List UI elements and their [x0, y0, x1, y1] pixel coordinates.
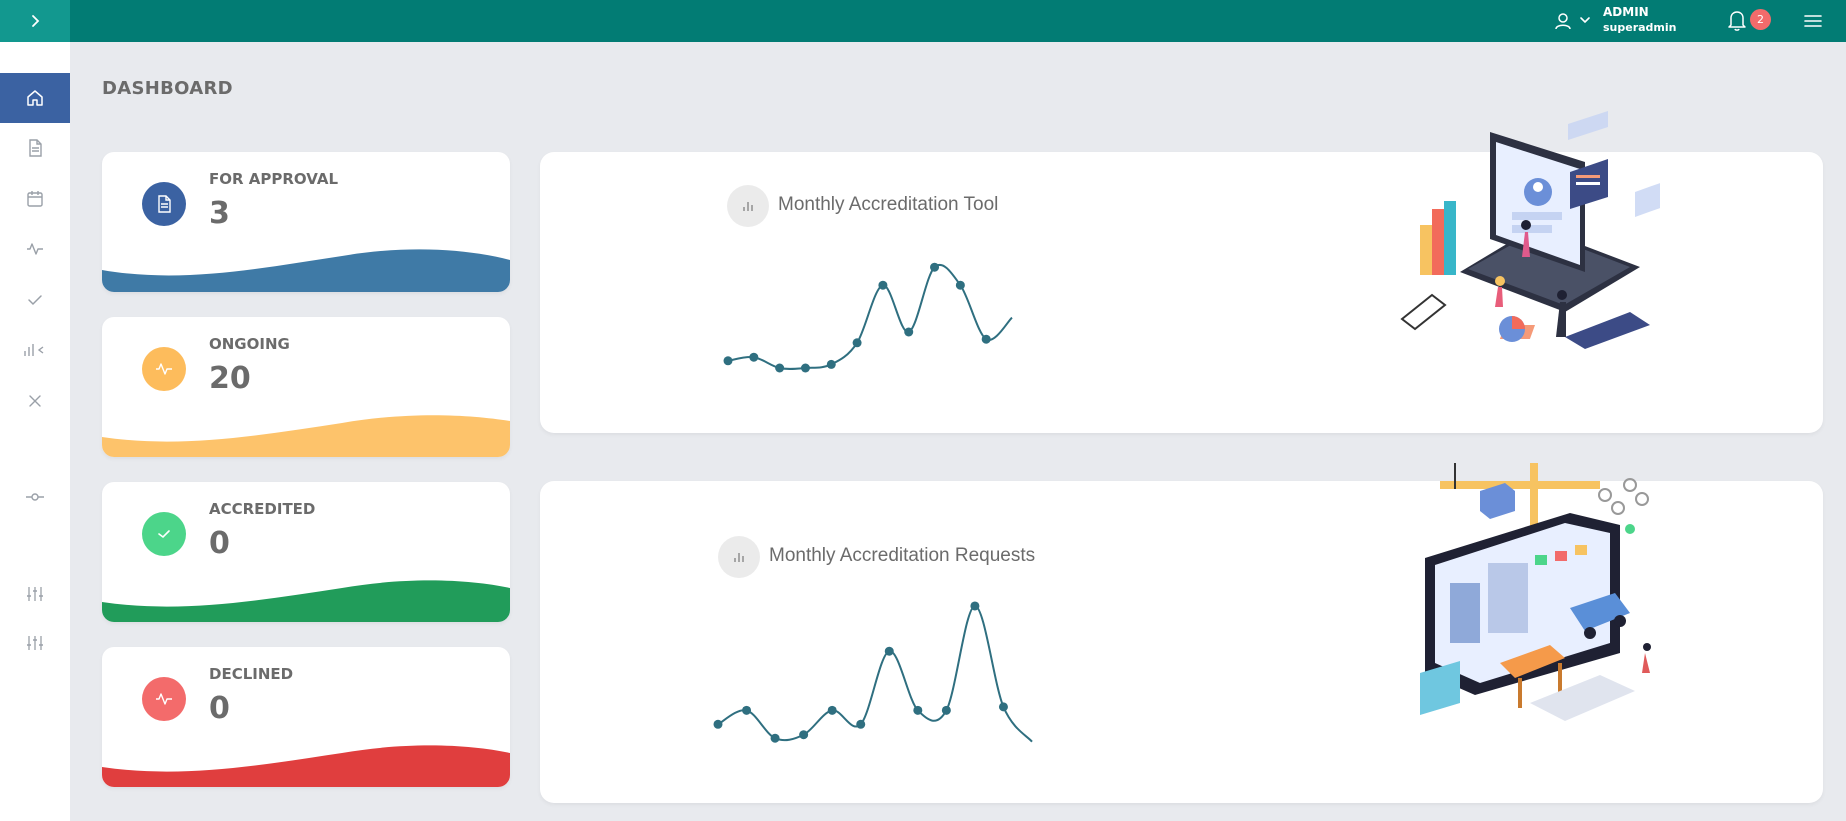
sidebar-toggle-button[interactable] — [0, 0, 70, 42]
data-point[interactable] — [930, 262, 940, 272]
sidebar-item-reports[interactable] — [0, 325, 70, 375]
data-point[interactable] — [941, 705, 951, 715]
data-point[interactable] — [742, 705, 752, 715]
stat-value: 0 — [209, 526, 230, 561]
stat-wave — [102, 745, 510, 787]
data-point[interactable] — [955, 280, 965, 290]
data-point[interactable] — [998, 702, 1008, 712]
data-point[interactable] — [749, 352, 759, 362]
stat-wave — [102, 415, 510, 457]
stat-value: 20 — [209, 361, 251, 396]
data-point[interactable] — [904, 327, 914, 337]
data-point[interactable] — [852, 338, 862, 348]
stat-wave — [102, 580, 510, 622]
sidebar-item-settings-2[interactable] — [0, 618, 70, 668]
construction-illustration — [1420, 463, 1651, 721]
sidebar-item-declined[interactable] — [0, 376, 70, 426]
activity-icon — [27, 243, 43, 255]
stat-value: 3 — [209, 196, 230, 231]
stat-card-for-approval[interactable]: FOR APPROVAL 3 — [102, 152, 510, 292]
sidebar-item-calendar[interactable] — [0, 174, 70, 224]
activity-icon — [156, 363, 172, 375]
notification-badge[interactable]: 2 — [1750, 9, 1771, 30]
user-icon[interactable] — [1552, 10, 1574, 32]
data-point[interactable] — [913, 705, 923, 715]
sidebar-item-accredited[interactable] — [0, 275, 70, 325]
sidebar-item-settings-1[interactable] — [0, 569, 70, 619]
line-chart-tool — [723, 262, 1013, 373]
stat-label: ACCREDITED — [209, 500, 316, 518]
sidebar-item-home[interactable] — [0, 73, 70, 123]
stat-value: 0 — [209, 691, 230, 726]
data-point[interactable] — [981, 334, 991, 344]
sidebar-item-commit[interactable] — [0, 472, 70, 522]
hamburger-menu-icon[interactable] — [1802, 10, 1824, 32]
line-chart-requests — [713, 601, 1033, 743]
close-icon — [29, 395, 41, 407]
data-point[interactable] — [713, 719, 723, 729]
commit-icon — [26, 493, 44, 501]
data-point[interactable] — [884, 646, 894, 656]
chart-card-tool: Monthly Accreditation Tool — [540, 111, 1823, 433]
check-icon — [158, 530, 170, 539]
stat-icon-circle — [142, 347, 186, 391]
check-icon — [28, 295, 42, 306]
data-point[interactable] — [826, 359, 836, 369]
stat-wave — [102, 249, 510, 292]
user-info[interactable]: ADMIN superadmin — [1603, 4, 1677, 36]
stat-card-declined[interactable]: DECLINED 0 — [102, 647, 510, 787]
data-point[interactable] — [723, 356, 733, 366]
data-point[interactable] — [856, 719, 866, 729]
chart-header-icon — [727, 185, 769, 227]
sidebar-item-activity[interactable] — [0, 224, 70, 274]
stat-label: ONGOING — [209, 335, 290, 353]
bar-chart-icon — [743, 202, 753, 211]
sliders-icon — [27, 636, 43, 650]
stat-icon-circle — [142, 677, 186, 721]
chevron-right-icon — [32, 15, 40, 27]
series-line — [727, 264, 1013, 370]
bar-chart-icon — [734, 553, 744, 562]
activity-icon — [156, 693, 172, 705]
stat-card-accredited[interactable]: ACCREDITED 0 — [102, 482, 510, 622]
stat-label: DECLINED — [209, 665, 294, 683]
home-icon — [27, 90, 43, 106]
chevron-down-icon[interactable] — [1576, 11, 1594, 29]
data-point[interactable] — [827, 705, 837, 715]
user-role: ADMIN — [1603, 5, 1649, 19]
laptop-illustration — [1400, 111, 1660, 349]
chart-title: Monthly Accreditation Tool — [778, 194, 999, 215]
page-title: DASHBOARD — [102, 78, 233, 99]
stat-icon-circle — [142, 512, 186, 556]
data-point[interactable] — [775, 363, 785, 373]
document-icon — [29, 139, 42, 157]
bar-chart-icon — [24, 344, 44, 356]
chart-title: Monthly Accreditation Requests — [769, 545, 1036, 566]
bell-icon[interactable] — [1726, 8, 1748, 32]
chart-card-requests: Monthly Accreditation Requests — [540, 463, 1823, 803]
user-name: superadmin — [1603, 21, 1677, 34]
data-point[interactable] — [800, 363, 810, 373]
sliders-icon — [27, 587, 43, 601]
top-bar: ADMIN superadmin 2 — [0, 0, 1846, 42]
data-point[interactable] — [878, 280, 888, 290]
document-icon — [158, 195, 171, 213]
chart-header-icon — [718, 536, 760, 578]
sidebar — [0, 42, 70, 821]
stat-card-ongoing[interactable]: ONGOING 20 — [102, 317, 510, 457]
sidebar-item-documents[interactable] — [0, 123, 70, 173]
data-point[interactable] — [970, 601, 980, 611]
data-point[interactable] — [799, 730, 809, 740]
data-point[interactable] — [770, 733, 780, 743]
stat-label: FOR APPROVAL — [209, 170, 339, 188]
calendar-icon — [27, 191, 43, 207]
series-line — [717, 604, 1033, 743]
stat-icon-circle — [142, 182, 186, 226]
